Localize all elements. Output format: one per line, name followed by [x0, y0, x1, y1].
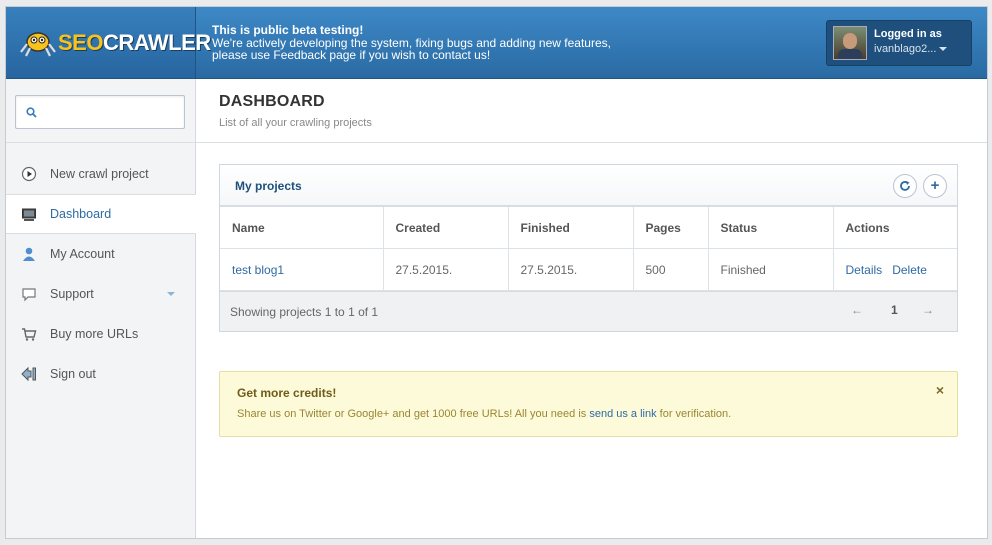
column-header[interactable]: Pages [633, 207, 709, 249]
avatar [833, 26, 867, 60]
page-subtitle: List of all your crawling projects [219, 117, 372, 129]
sidebar-item-label: My Account [50, 247, 115, 261]
top-header: SEOCRAWLER This is public beta testing! … [6, 7, 987, 79]
projects-table: Name Created Finished Pages Status Actio… [220, 207, 957, 291]
notice-title: This is public beta testing! [212, 23, 364, 37]
sidebar-item-my-account[interactable]: My Account [6, 234, 195, 274]
page-number[interactable]: 1 [891, 303, 898, 317]
status-cell: Finished [708, 248, 834, 291]
pages-cell: 500 [633, 248, 709, 291]
finished-cell: 27.5.2015. [508, 248, 634, 291]
column-header[interactable]: Created [383, 207, 509, 249]
chevron-down-icon[interactable] [167, 292, 175, 296]
beta-notice: This is public beta testing! We're activ… [212, 24, 611, 62]
sign-out-icon [21, 366, 36, 382]
spider-robot-icon [20, 32, 56, 57]
next-page-button[interactable]: → [922, 303, 934, 317]
page-title: DASHBOARD [219, 93, 325, 110]
app-window: SEOCRAWLER This is public beta testing! … [5, 6, 988, 539]
table-header-row: Name Created Finished Pages Status Actio… [220, 207, 957, 249]
search-area [6, 79, 195, 143]
sidebar-nav: New crawl project Dashboard My Account S… [6, 154, 240, 394]
user-icon [23, 247, 35, 261]
column-header: Actions [833, 207, 957, 249]
sidebar-item-label: Buy more URLs [50, 327, 139, 341]
play-icon [21, 166, 37, 182]
notice-line-2: please use Feedback page if you wish to … [212, 48, 491, 62]
sidebar-item-label: New crawl project [50, 167, 149, 181]
monitor-icon [22, 208, 36, 221]
alert-title: Get more credits! [237, 386, 337, 400]
sidebar-item-label: Sign out [50, 367, 96, 381]
projects-panel: My projects + Name Created Finished Page… [219, 164, 958, 332]
logged-in-label: Logged in as [874, 28, 942, 40]
column-header[interactable]: Name [220, 207, 384, 249]
logo-area: SEOCRAWLER [6, 7, 211, 78]
search-input[interactable] [44, 102, 182, 122]
logo-text: SEOCRAWLER [58, 30, 211, 55]
username: ivanblago2... [874, 43, 937, 55]
refresh-button[interactable] [893, 174, 917, 198]
details-link[interactable]: Details [846, 263, 883, 277]
column-header[interactable]: Status [708, 207, 834, 249]
username-dropdown[interactable]: ivanblago2... [874, 43, 948, 55]
prev-page-button[interactable]: ← [851, 303, 863, 317]
column-header[interactable]: Finished [508, 207, 634, 249]
user-menu[interactable]: Logged in as ivanblago2... [826, 20, 972, 66]
sidebar-item-label: Support [50, 287, 94, 301]
sidebar-item-label: Dashboard [50, 207, 112, 221]
send-link[interactable]: send us a link [589, 408, 656, 420]
caret-down-icon [939, 47, 948, 52]
credits-alert: Get more credits! Share us on Twitter or… [219, 371, 958, 437]
search-box[interactable] [15, 95, 185, 129]
page-header: DASHBOARD List of all your crawling proj… [196, 79, 987, 143]
search-icon [26, 107, 37, 118]
sidebar-item-sign-out[interactable]: Sign out [6, 354, 195, 394]
seocrawler-logo[interactable]: SEOCRAWLER [18, 27, 211, 59]
chat-icon [22, 288, 36, 302]
refresh-icon [900, 181, 910, 191]
sidebar-item-buy-more-urls[interactable]: Buy more URLs [6, 314, 195, 354]
sidebar-item-support[interactable]: Support [6, 274, 195, 314]
add-project-button[interactable]: + [923, 174, 947, 198]
close-icon[interactable]: × [936, 382, 944, 398]
delete-link[interactable]: Delete [892, 263, 927, 277]
sidebar-item-new-crawl-project[interactable]: New crawl project [6, 154, 195, 194]
project-name-link[interactable]: test blog1 [232, 263, 284, 277]
panel-header: My projects + [220, 165, 957, 207]
plus-icon: + [930, 177, 940, 194]
sidebar: New crawl project Dashboard My Account S… [6, 79, 240, 538]
alert-text: Share us on Twitter or Google+ and get 1… [237, 408, 732, 420]
actions-cell: Details Delete [833, 248, 957, 291]
cart-icon [22, 328, 37, 341]
panel-footer: Showing projects 1 to 1 of 1 ← 1 → [220, 291, 957, 331]
created-cell: 27.5.2015. [383, 248, 509, 291]
showing-text: Showing projects 1 to 1 of 1 [230, 305, 379, 319]
panel-title: My projects [235, 179, 302, 193]
main-content: DASHBOARD List of all your crawling proj… [196, 79, 987, 538]
table-row: test blog1 27.5.2015. 27.5.2015. 500 Fin… [220, 248, 957, 291]
